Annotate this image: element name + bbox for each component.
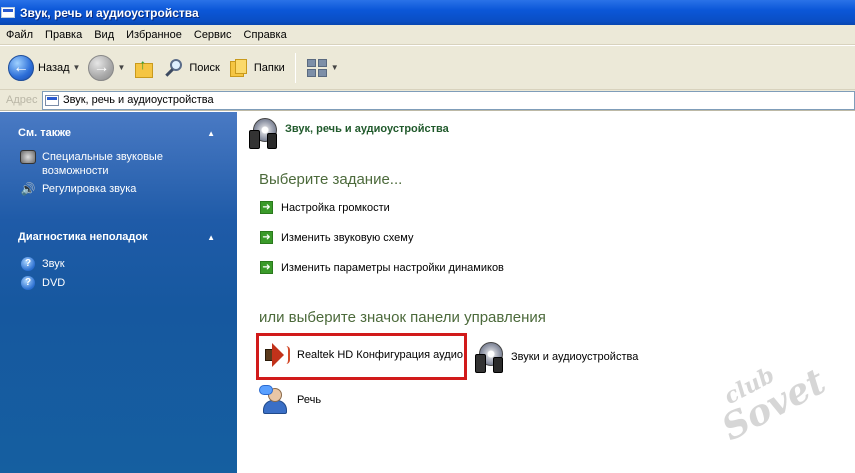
sound-devices-icon	[475, 340, 505, 374]
back-button[interactable]: ← Назад ▼	[4, 51, 84, 85]
search-label: Поиск	[189, 61, 220, 74]
task-heading: Выберите задание...	[259, 171, 403, 188]
search-icon	[163, 57, 185, 79]
cp-item-label: Речь	[297, 394, 322, 406]
views-button[interactable]: ▼	[302, 51, 343, 85]
title-bar[interactable]: Звук, речь и аудиоустройства	[0, 0, 855, 25]
sidebar-item-label: DVD	[42, 277, 66, 289]
cp-item-speech[interactable]: Речь	[259, 385, 321, 415]
sidebar-item-label: Специальные звуковые возможности	[42, 151, 163, 177]
up-folder-button[interactable]: ↑	[129, 51, 159, 85]
see-also-header[interactable]: См. также ▲	[0, 123, 237, 143]
sound-accessibility-icon	[20, 150, 36, 164]
menu-edit[interactable]: Правка	[39, 29, 88, 41]
speech-icon	[259, 385, 291, 415]
menu-view[interactable]: Вид	[88, 29, 120, 41]
task-pane: См. также ▲ Специальные звуковые возможн…	[0, 112, 237, 473]
sidebar-item-sound-troubleshooter[interactable]: ? Звук	[0, 257, 237, 271]
folders-icon	[228, 57, 250, 79]
menu-help[interactable]: Справка	[238, 29, 293, 41]
forward-button[interactable]: → ▼	[84, 51, 129, 85]
sidebar-item-volume-control[interactable]: 🔊 Регулировка звука	[0, 182, 237, 196]
folder-up-icon: ↑	[133, 56, 155, 80]
task-link-volume[interactable]: ➜ Настройка громкости	[260, 201, 390, 214]
views-dropdown-icon[interactable]: ▼	[331, 63, 339, 72]
category-title: Звук, речь и аудиоустройства	[285, 123, 449, 135]
forward-dropdown-icon[interactable]: ▼	[117, 63, 125, 72]
address-bar: Адрес Звук, речь и аудиоустройства	[0, 90, 855, 111]
task-label: Изменить звуковую схему	[281, 231, 414, 244]
green-arrow-icon: ➜	[260, 261, 273, 274]
cp-item-label: Realtek HD Конфигурация аудио	[297, 349, 463, 361]
task-link-speaker-settings[interactable]: ➜ Изменить параметры настройки динамиков	[260, 261, 504, 274]
menu-favorites[interactable]: Избранное	[120, 29, 188, 41]
address-label: Адрес	[6, 94, 38, 106]
speaker-volume-icon: 🔊	[20, 182, 36, 196]
see-also-title: См. также	[18, 127, 71, 139]
search-button[interactable]: Поиск	[159, 51, 223, 85]
address-value: Звук, речь и аудиоустройства	[63, 94, 214, 106]
task-link-sound-scheme[interactable]: ➜ Изменить звуковую схему	[260, 231, 413, 244]
forward-arrow-icon: →	[88, 54, 115, 81]
collapse-icon[interactable]: ▲	[207, 233, 215, 242]
window-icon	[1, 7, 15, 18]
troubleshoot-header[interactable]: Диагностика неполадок ▲	[0, 227, 237, 247]
realtek-speaker-icon	[261, 340, 291, 370]
task-label: Настройка громкости	[281, 201, 390, 214]
help-icon: ?	[21, 257, 35, 271]
views-icon	[306, 58, 328, 78]
window-title: Звук, речь и аудиоустройства	[20, 5, 199, 20]
cp-item-label: Звуки и аудиоустройства	[511, 351, 639, 363]
sidebar-item-dvd-troubleshooter[interactable]: ? DVD	[0, 276, 237, 290]
category-header: Звук, речь и аудиоустройства	[249, 116, 449, 150]
cp-item-sounds-audio-devices[interactable]: Звуки и аудиоустройства	[475, 340, 638, 374]
panel-heading: или выберите значок панели управления	[259, 309, 546, 326]
menu-bar: Файл Правка Вид Избранное Сервис Справка	[0, 25, 855, 45]
back-label: Назад	[38, 61, 70, 74]
help-icon: ?	[21, 276, 35, 290]
menu-tools[interactable]: Сервис	[188, 29, 238, 41]
green-arrow-icon: ➜	[260, 201, 273, 214]
sound-devices-icon	[249, 116, 279, 150]
troubleshoot-title: Диагностика неполадок	[18, 231, 148, 243]
back-arrow-icon: ←	[8, 54, 34, 81]
collapse-icon[interactable]: ▲	[207, 129, 215, 138]
green-arrow-icon: ➜	[260, 231, 273, 244]
sidebar-item-accessibility-sounds[interactable]: Специальные звуковые возможности	[0, 150, 237, 178]
control-panel-icon	[45, 94, 59, 106]
see-also-section: См. также ▲ Специальные звуковые возможн…	[0, 123, 237, 196]
folders-button[interactable]: Папки	[224, 51, 289, 85]
address-field[interactable]: Звук, речь и аудиоустройства	[42, 90, 855, 110]
cp-item-realtek[interactable]: Realtek HD Конфигурация аудио	[261, 340, 463, 370]
sidebar-item-label: Звук	[42, 258, 65, 270]
toolbar-separator	[294, 52, 296, 83]
task-label: Изменить параметры настройки динамиков	[281, 261, 504, 274]
folders-label: Папки	[253, 61, 285, 74]
menu-file[interactable]: Файл	[0, 29, 39, 41]
toolbar: ← Назад ▼ → ▼ ↑ Поиск Папки ▼	[0, 46, 855, 90]
sidebar-item-label: Регулировка звука	[42, 183, 137, 195]
troubleshoot-section: Диагностика неполадок ▲ ? Звук ? DVD	[0, 227, 237, 290]
back-dropdown-icon[interactable]: ▼	[73, 63, 81, 72]
